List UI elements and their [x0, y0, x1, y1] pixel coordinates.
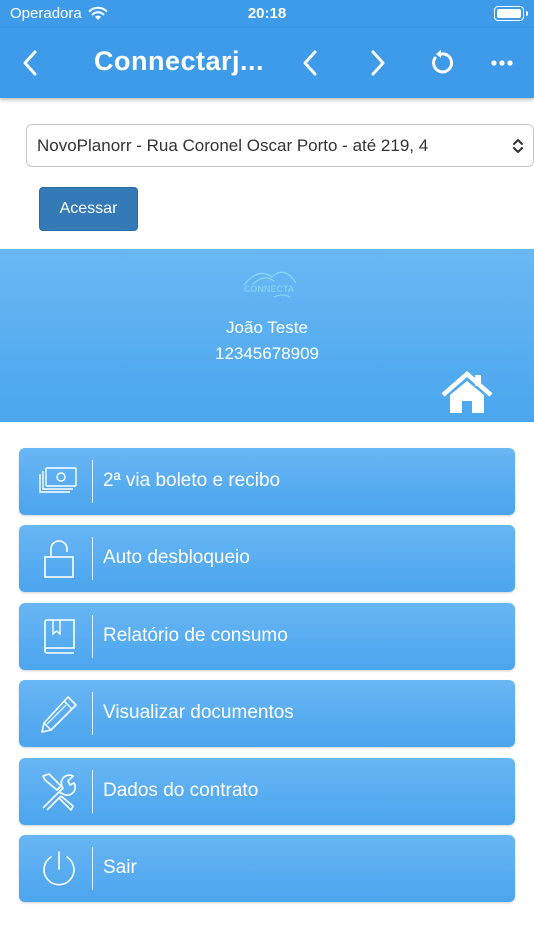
more-icon [491, 60, 513, 66]
logo-text: CONNECTA [244, 284, 295, 294]
menu-item-label: Relatório de consumo [103, 625, 288, 646]
profile-banner: CONNECTA João Teste 12345678909 [0, 249, 534, 422]
user-id: 12345678909 [214, 344, 319, 363]
address-select-value: NovoPlanorr - Rua Coronel Oscar Porto - … [37, 136, 429, 155]
updown-chevron-icon [513, 139, 523, 153]
power-icon [37, 848, 81, 890]
menu-item-label: 2ª via boleto e recibo [103, 470, 281, 491]
menu-item-boleto[interactable]: 2ª via boleto e recibo [19, 448, 515, 515]
menu-item-documentos[interactable]: Visualizar documentos [19, 680, 515, 747]
tools-icon [37, 771, 81, 813]
reload-button[interactable] [423, 45, 459, 81]
menu-item-sair[interactable]: Sair [19, 835, 515, 902]
home-icon[interactable] [441, 371, 493, 415]
clock: 20:18 [247, 5, 287, 22]
battery-icon [494, 6, 528, 21]
address-select[interactable]: NovoPlanorr - Rua Coronel Oscar Porto - … [26, 124, 534, 167]
reload-icon [432, 50, 454, 74]
cash-icon [37, 461, 81, 503]
menu-item-label: Auto desbloqueio [103, 547, 250, 568]
browser-forward-button[interactable] [360, 45, 396, 81]
menu-item-label: Sair [103, 857, 137, 878]
access-button[interactable]: Acessar [39, 187, 138, 231]
browser-back-button[interactable] [292, 45, 328, 81]
connecta-logo: CONNECTA [243, 271, 297, 298]
pencil-icon [37, 693, 81, 735]
back-button[interactable] [12, 45, 48, 81]
chevron-left-icon [23, 50, 37, 76]
user-name: João Teste [226, 318, 308, 337]
menu-item-contrato[interactable]: Dados do contrato [19, 758, 515, 825]
unlock-icon [37, 538, 81, 580]
chevron-left-icon [303, 50, 317, 76]
book-icon [37, 616, 81, 658]
menu-item-label: Visualizar documentos [103, 702, 294, 723]
chevron-right-icon [371, 50, 385, 76]
status-bar: Operadora 20:18 [0, 0, 534, 28]
page-title: Connectarj... [94, 46, 265, 76]
menu-item-auto-desbloqueio[interactable]: Auto desbloqueio [19, 525, 515, 592]
menu-item-relatorio[interactable]: Relatório de consumo [19, 603, 515, 670]
more-button[interactable] [484, 45, 520, 81]
menu-item-label: Dados do contrato [103, 780, 259, 801]
nav-bar: Connectarj... [0, 28, 534, 98]
